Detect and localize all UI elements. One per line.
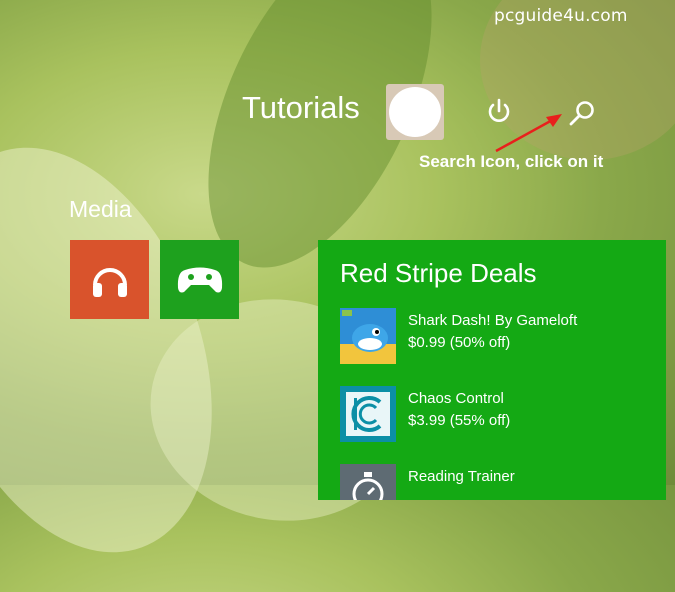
annotation-arrow <box>495 114 562 153</box>
deal-price: $3.99 (55% off) <box>408 412 511 429</box>
chaos-control-app-icon <box>340 386 396 442</box>
deal-name: Chaos Control <box>408 390 504 407</box>
store-tile[interactable]: Red Stripe Deals Shark Dash! By Gameloft… <box>318 240 666 500</box>
deal-item[interactable]: Chaos Control $3.99 (55% off) <box>340 386 640 446</box>
group-label-media: Media <box>69 196 132 222</box>
deal-item[interactable]: Shark Dash! By Gameloft $0.99 (50% off) <box>340 308 640 368</box>
tile-music[interactable] <box>70 240 149 319</box>
avatar-image <box>389 87 441 137</box>
headphones-icon <box>92 267 127 297</box>
tile-games[interactable] <box>160 240 239 319</box>
deal-name: Reading Trainer <box>408 468 515 485</box>
shark-dash-app-icon <box>340 308 396 364</box>
store-tile-title: Red Stripe Deals <box>340 258 537 288</box>
search-icon[interactable] <box>566 98 598 130</box>
user-name[interactable]: Tutorials <box>242 90 360 126</box>
watermark: pcguide4u.com <box>494 6 628 26</box>
annotation-text: Search Icon, click on it <box>419 152 604 171</box>
deal-price: $0.99 (50% off) <box>408 334 511 351</box>
game-controller-icon <box>177 267 222 292</box>
avatar[interactable] <box>386 84 444 140</box>
deal-name: Shark Dash! By Gameloft <box>408 312 578 329</box>
deal-item[interactable]: Reading Trainer <box>340 464 640 500</box>
reading-trainer-app-icon <box>340 464 396 500</box>
